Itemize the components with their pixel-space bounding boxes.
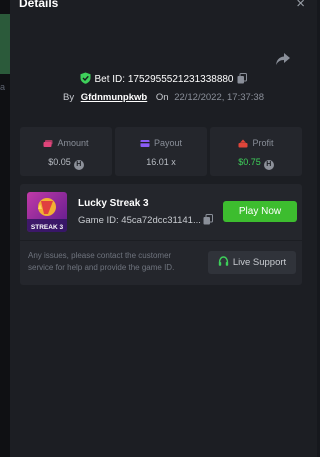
bet-id-row: Bet ID: 1752955521231338880 [10,72,317,85]
backdrop-text-fragment: a [0,82,6,92]
stat-payout: Payout 16.01 x [115,127,207,176]
support-notice: Any issues, please contact the customer … [28,251,175,272]
headset-icon [218,256,229,266]
game-thumbnail[interactable]: STREAK 3 [27,192,67,232]
stat-profit-label-row: Profit [210,138,302,148]
stat-payout-value: 16.01 x [146,157,176,167]
bet-author-row: By Gfdnmunpkwb On 22/12/2022, 17:37:38 [10,92,317,103]
bet-stats: Amount $0.05 H Payout 16.01 x Profit $0.… [20,127,302,176]
panel-title: Details [19,0,59,10]
copy-icon[interactable] [237,73,247,84]
stat-profit-value-row: $0.75 H [210,157,302,170]
shield-check-icon [80,72,91,84]
details-panel: Details × Bet ID: 1752955521231338880 By… [10,0,317,457]
stat-amount-label: Amount [57,138,89,148]
copy-icon[interactable] [203,214,213,225]
panel-header: Details × [10,0,317,14]
game-card: STREAK 3 Lucky Streak 3 Game ID: 45ca72d… [20,184,302,285]
stat-amount-value: $0.05 [48,157,71,167]
live-support-button[interactable]: Live Support [208,251,296,274]
backdrop-banner [0,14,10,74]
payout-icon [140,140,150,147]
page-backdrop: a [0,0,10,457]
live-support-label: Live Support [232,257,287,268]
game-thumbnail-art: STREAK 3 [27,192,67,232]
username-link[interactable]: Gfdnmunpkwb [81,92,148,103]
game-id-row: Game ID: 45ca72dcc31141... [78,214,213,226]
by-prefix: By [62,92,75,103]
stat-amount-label-row: Amount [20,138,112,148]
stat-profit-label: Profit [252,138,274,148]
coin-icon: H [263,160,274,170]
bet-datetime: 22/12/2022, 17:37:38 [174,92,264,103]
stat-amount-value-row: $0.05 H [20,157,112,170]
coin-icon: H [73,160,84,170]
game-id: Game ID: 45ca72dcc31141... [78,215,201,226]
close-icon[interactable]: × [296,0,305,12]
on-prefix: On [155,92,169,103]
stat-profit-value: $0.75 [238,157,261,167]
game-thumbnail-label: STREAK 3 [31,224,64,231]
stat-profit: Profit $0.75 H [210,127,302,176]
share-icon[interactable] [275,52,291,66]
stat-payout-label-row: Payout [115,138,207,148]
divider [20,240,302,241]
play-now-button[interactable]: Play Now [223,201,297,222]
game-name: Lucky Streak 3 [78,198,149,209]
stat-amount: Amount $0.05 H [20,127,112,176]
cash-icon [43,140,53,147]
bet-id: Bet ID: 1752955521231338880 [94,74,234,85]
stat-payout-label: Payout [153,138,183,148]
profit-icon [238,139,248,148]
